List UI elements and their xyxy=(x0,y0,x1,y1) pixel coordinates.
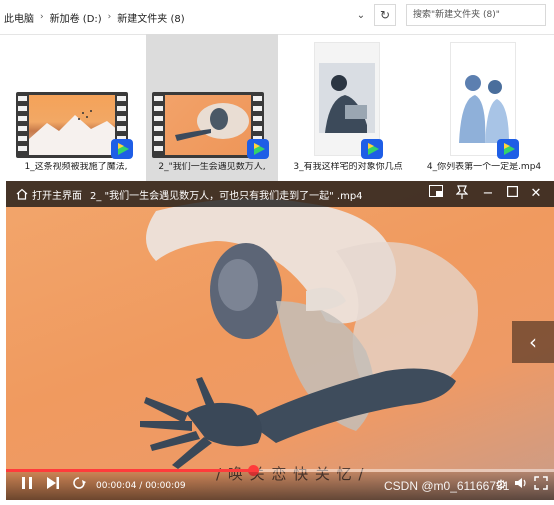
breadcrumb: 此电脑 › 新加卷 (D:) › 新建文件夹 (8) xyxy=(4,8,185,26)
home-label: 打开主界面 xyxy=(32,190,82,202)
pin-button[interactable] xyxy=(452,185,472,203)
search-input[interactable]: 搜索"新建文件夹 (8)" xyxy=(406,4,546,26)
refresh-icon: ↻ xyxy=(379,8,391,22)
loop-button[interactable] xyxy=(70,476,88,497)
video-player-badge-icon xyxy=(361,139,383,159)
file-name: 1_这条视频被我施了魔法, xyxy=(24,162,128,172)
chevron-down-icon[interactable]: ⌄ xyxy=(352,8,370,24)
next-icon xyxy=(47,477,59,489)
file-name: 2_"我们一生会遇见数万人, xyxy=(158,162,266,172)
close-icon: ✕ xyxy=(530,186,542,201)
file-name: 4_你列表第一个一定是.mp4 xyxy=(426,162,542,172)
video-title: 2_ "我们一生会遇见数万人，可也只有我们走到了一起" .mp4 xyxy=(90,191,363,202)
fullscreen-icon xyxy=(534,476,548,490)
next-button[interactable] xyxy=(44,476,62,497)
total-time: 00:00:09 xyxy=(145,481,186,491)
video-frame[interactable]: / 唤 关 恋 快 关 忆 / xyxy=(6,181,554,500)
video-player-badge-icon xyxy=(247,139,269,159)
home-button[interactable]: 打开主界面 xyxy=(16,186,82,202)
home-icon xyxy=(16,188,28,200)
maximize-icon xyxy=(506,185,518,198)
maximize-button[interactable] xyxy=(502,185,522,203)
file-tile-1[interactable]: 1_这条视频被我施了魔法, xyxy=(10,34,142,184)
file-tile-3[interactable]: 3_有我这样宅的对象你几点 xyxy=(282,34,414,184)
time-separator: / xyxy=(136,481,146,491)
minimize-icon: − xyxy=(482,186,494,201)
video-player-window: / 唤 关 恋 快 关 忆 / 打开主界面 2_ "我们一生会遇见数万人，可也只… xyxy=(6,181,554,500)
picture-in-picture-icon xyxy=(429,185,443,197)
watermark-text: CSDN @m0_61166731 xyxy=(384,479,510,493)
time-display: 00:00:04 / 00:00:09 xyxy=(96,481,186,491)
player-title-bar: 打开主界面 2_ "我们一生会遇见数万人，可也只有我们走到了一起" .mp4 −… xyxy=(6,181,554,207)
breadcrumb-drive[interactable]: 新加卷 (D:) xyxy=(50,10,102,25)
current-time: 00:00:04 xyxy=(96,481,137,491)
chevron-right-icon[interactable]: › xyxy=(40,12,44,22)
pause-icon xyxy=(22,477,32,489)
breadcrumb-this-pc[interactable]: 此电脑 xyxy=(4,10,34,25)
video-player-badge-icon xyxy=(497,139,519,159)
file-tile-2[interactable]: 2_"我们一生会遇见数万人, xyxy=(146,34,278,184)
volume-button[interactable] xyxy=(512,476,530,497)
loop-icon xyxy=(73,477,86,489)
refresh-button[interactable]: ↻ xyxy=(374,4,396,26)
video-content xyxy=(140,198,478,469)
chevron-right-icon[interactable]: › xyxy=(108,12,112,22)
file-name: 3_有我这样宅的对象你几点 xyxy=(293,162,403,172)
picture-in-picture-button[interactable] xyxy=(426,185,446,203)
pause-button[interactable] xyxy=(18,476,36,497)
volume-icon xyxy=(515,478,526,488)
close-button[interactable]: ✕ xyxy=(526,185,546,203)
video-player-badge-icon xyxy=(111,139,133,159)
breadcrumb-folder[interactable]: 新建文件夹 (8) xyxy=(117,10,184,25)
address-bar: 此电脑 › 新加卷 (D:) › 新建文件夹 (8) ⌄ ↻ 搜索"新建文件夹 … xyxy=(0,0,554,35)
file-tile-4[interactable]: 4_你列表第一个一定是.mp4 xyxy=(418,34,550,184)
fullscreen-button[interactable] xyxy=(532,476,550,497)
sidebar-toggle-button[interactable]: ‹ xyxy=(512,321,554,363)
chevron-left-icon: ‹ xyxy=(529,330,537,354)
minimize-button[interactable]: − xyxy=(478,185,498,203)
pin-icon xyxy=(455,185,469,199)
